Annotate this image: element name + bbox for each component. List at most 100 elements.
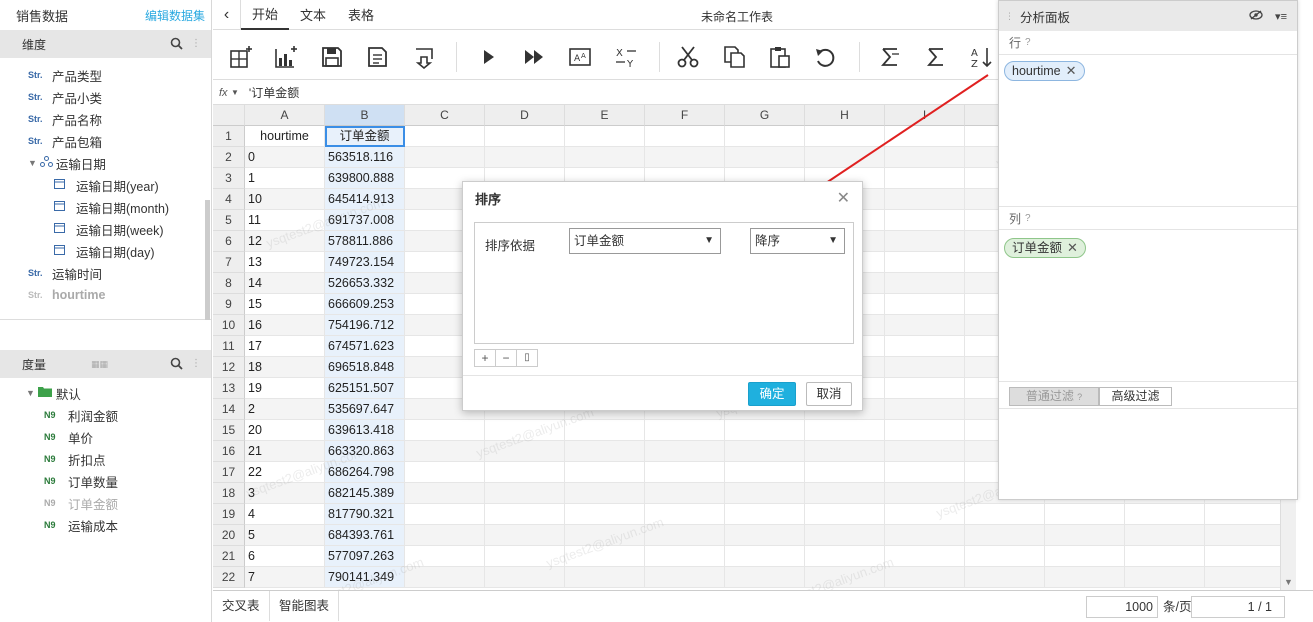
row-header[interactable]: 1 (213, 126, 245, 147)
grid-cell[interactable] (1045, 546, 1125, 567)
grid-cell[interactable] (885, 441, 965, 462)
save-icon[interactable] (319, 44, 345, 70)
grid-cell[interactable]: 4 (245, 504, 325, 525)
grid-cell[interactable]: 21 (245, 441, 325, 462)
remove-icon[interactable]: ✕ (1066, 62, 1077, 80)
left-panel-scrollbar[interactable] (205, 200, 210, 320)
grid-cell[interactable] (1205, 546, 1280, 567)
back-button[interactable]: ‹ (213, 0, 241, 30)
grid-cell[interactable] (645, 525, 725, 546)
field-item[interactable]: Str. 产品包箱 (28, 130, 211, 152)
date-field-item[interactable]: 运输日期(day) (54, 240, 211, 262)
run-icon[interactable] (475, 44, 501, 70)
grid-cell[interactable]: 20 (245, 420, 325, 441)
measure-item[interactable]: N9 订单数量 (44, 470, 211, 492)
grid-cell[interactable]: 674571.623 (325, 336, 405, 357)
tab-table[interactable]: 表格 (337, 0, 385, 30)
grid-cell[interactable] (1125, 504, 1205, 525)
grid-cell[interactable] (725, 420, 805, 441)
grid-cell[interactable]: 691737.008 (325, 210, 405, 231)
grid-cell[interactable] (1125, 525, 1205, 546)
refresh-icon[interactable] (813, 44, 839, 70)
grid-cell[interactable] (965, 525, 1045, 546)
row-header[interactable]: 13 (213, 378, 245, 399)
grid-cell[interactable]: 1 (245, 168, 325, 189)
row-header[interactable]: 17 (213, 462, 245, 483)
tab-crosstab[interactable]: 交叉表 (213, 591, 270, 621)
page-size-input[interactable]: 1000 (1086, 596, 1158, 618)
grid-cell[interactable]: 订单金额 (325, 126, 405, 147)
row-header[interactable]: 18 (213, 483, 245, 504)
column-header[interactable]: F (645, 105, 725, 126)
grid-cell[interactable] (405, 525, 485, 546)
tab-text[interactable]: 文本 (289, 0, 337, 30)
grid-cell[interactable] (565, 147, 645, 168)
column-header[interactable]: A (245, 105, 325, 126)
grid-cell[interactable] (405, 546, 485, 567)
confirm-button[interactable]: 确定 (748, 382, 796, 406)
grid-cell[interactable] (405, 462, 485, 483)
tab-smart-chart[interactable]: 智能图表 (270, 591, 340, 621)
column-header[interactable]: D (485, 105, 565, 126)
field-item[interactable]: Str. 产品小类 (28, 86, 211, 108)
expand-caret-icon[interactable]: ▼ (26, 388, 35, 398)
grid-cell[interactable]: 578811.886 (325, 231, 405, 252)
grid-cell[interactable]: 790141.349 (325, 567, 405, 588)
grid-cell[interactable] (885, 252, 965, 273)
measure-item[interactable]: N9 运输成本 (44, 514, 211, 536)
grid-cell[interactable] (485, 126, 565, 147)
grid-cell[interactable]: 535697.647 (325, 399, 405, 420)
grid-cell[interactable] (1125, 546, 1205, 567)
grid-cell[interactable] (645, 462, 725, 483)
grid-cell[interactable] (645, 504, 725, 525)
grid-cell[interactable]: 754196.712 (325, 315, 405, 336)
grid-cell[interactable] (805, 567, 885, 588)
grid-cell[interactable] (885, 525, 965, 546)
sort-az-icon[interactable]: AZ (969, 44, 995, 70)
grid-cell[interactable] (885, 420, 965, 441)
grid-cell[interactable]: 17 (245, 336, 325, 357)
measure-item[interactable]: N9 利润金额 (44, 404, 211, 426)
grid-cell[interactable] (485, 462, 565, 483)
sum-icon[interactable] (923, 44, 949, 70)
row-header[interactable]: 15 (213, 420, 245, 441)
grid-cell[interactable] (485, 483, 565, 504)
grid-cell[interactable]: 16 (245, 315, 325, 336)
column-header[interactable]: E (565, 105, 645, 126)
grid-cell[interactable] (1045, 504, 1125, 525)
grid-cell[interactable] (565, 126, 645, 147)
row-header[interactable]: 19 (213, 504, 245, 525)
expand-caret-icon[interactable]: ▼ (28, 158, 37, 168)
grid-cell[interactable]: 577097.263 (325, 546, 405, 567)
grid-cell[interactable] (405, 420, 485, 441)
grid-cell[interactable]: 0 (245, 147, 325, 168)
grid-cell[interactable] (405, 147, 485, 168)
save-as-icon[interactable] (365, 44, 391, 70)
row-header[interactable]: 7 (213, 252, 245, 273)
grid-cell[interactable] (485, 420, 565, 441)
grid-cell[interactable] (725, 546, 805, 567)
grid-cell[interactable] (965, 567, 1045, 588)
date-group-item[interactable]: ▼ 运输日期 (28, 152, 211, 174)
grid-cell[interactable] (485, 567, 565, 588)
grid-cell[interactable] (885, 357, 965, 378)
drag-handle-icon[interactable]: ⋮ (189, 357, 203, 371)
grid-cell[interactable]: 684393.761 (325, 525, 405, 546)
grid-cell[interactable] (485, 441, 565, 462)
grid-corner[interactable] (213, 105, 245, 126)
row-header[interactable]: 20 (213, 525, 245, 546)
grid-cell[interactable]: 5 (245, 525, 325, 546)
measure-folder[interactable]: ▼ 默认 (26, 382, 211, 404)
drag-handle-icon[interactable]: ⋮ (189, 37, 203, 51)
search-icon[interactable] (169, 37, 183, 51)
add-icon[interactable]: + (475, 350, 496, 366)
sort-field-select[interactable]: 订单金额 ▼ (569, 228, 721, 254)
measure-item[interactable]: N9 单价 (44, 426, 211, 448)
grid-cell[interactable] (805, 504, 885, 525)
grid-cell[interactable] (805, 441, 885, 462)
grid-cell[interactable] (725, 441, 805, 462)
row-header[interactable]: 6 (213, 231, 245, 252)
grid-cell[interactable] (1205, 525, 1280, 546)
grid-cell[interactable]: 14 (245, 273, 325, 294)
grid-cell[interactable]: 625151.507 (325, 378, 405, 399)
